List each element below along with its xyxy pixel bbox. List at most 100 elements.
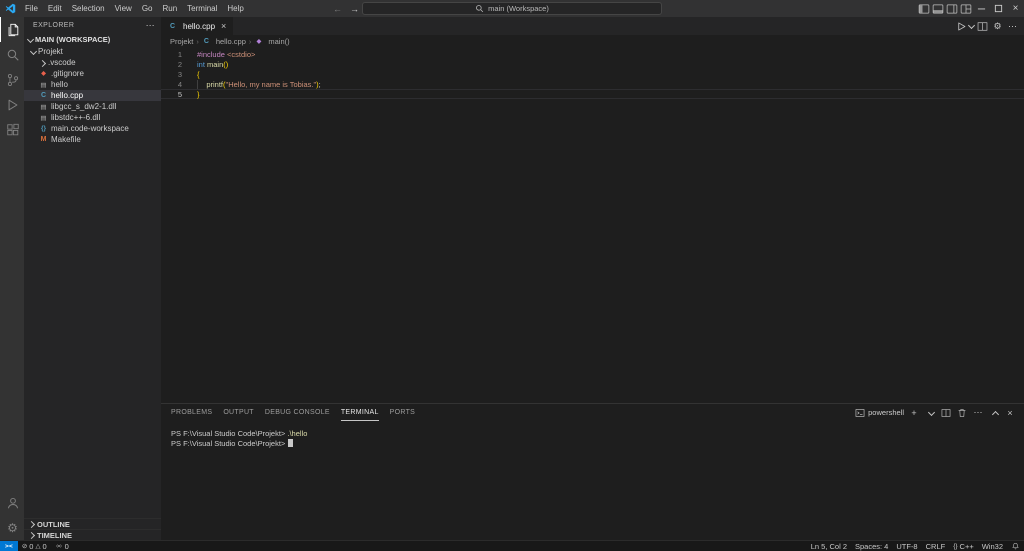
breadcrumb-main[interactable]: ◆ main() <box>254 37 290 46</box>
section-timeline[interactable]: TIMELINE <box>24 529 161 540</box>
platform-toolset[interactable]: Win32 <box>978 541 1007 551</box>
eol-sequence[interactable]: CRLF <box>922 541 950 551</box>
tree-item-makefile[interactable]: M Makefile <box>24 134 161 145</box>
line-number: 2 <box>177 59 182 69</box>
remote-indicator[interactable]: >< <box>0 541 18 551</box>
code-line-4[interactable]: 4 printf("Hello, my name is Tobias."); <box>161 79 1024 89</box>
terminal-profile[interactable]: powershell <box>855 408 904 418</box>
maximize-icon[interactable] <box>990 0 1007 17</box>
split-terminal-icon[interactable] <box>940 406 952 420</box>
breadcrumb-label: Projekt <box>170 37 194 46</box>
menu-file[interactable]: File <box>20 0 43 17</box>
tree-item-libgcc-s-dw2-1-dll[interactable]: ▤ libgcc_s_dw2-1.dll <box>24 101 161 112</box>
menu-go[interactable]: Go <box>137 0 158 17</box>
problems-indicator[interactable]: ⊘ 0 △ 0 <box>18 541 51 551</box>
tree-item-label: hello <box>51 80 68 89</box>
activitybar-item-source-control[interactable] <box>0 67 24 92</box>
terminal-icon <box>855 408 865 417</box>
tree-item-gitignore[interactable]: ◆ .gitignore <box>24 68 161 79</box>
forward-icon[interactable]: → <box>350 4 359 14</box>
menu-view[interactable]: View <box>110 0 137 17</box>
minimize-icon[interactable] <box>973 0 990 17</box>
toggle-sidebar-icon[interactable] <box>917 0 931 17</box>
new-terminal-icon[interactable]: + <box>908 406 920 420</box>
back-icon[interactable]: ← <box>333 4 342 14</box>
code-editor[interactable]: 1 #include <cstdio> 2 int main() 3{4 printf(… <box>161 48 1024 403</box>
terminal-line: PS F:\Visual Studio Code\Projekt> <box>171 438 1024 449</box>
notifications-bell[interactable] <box>1007 541 1024 551</box>
panel-tab-ports[interactable]: PORTS <box>390 404 416 421</box>
terminal[interactable]: PS F:\Visual Studio Code\Projekt> .\hell… <box>161 421 1024 540</box>
section-outline[interactable]: OUTLINE <box>24 518 161 529</box>
breadcrumb-separator: › <box>248 37 252 46</box>
menu-terminal[interactable]: Terminal <box>182 0 222 17</box>
menu-help[interactable]: Help <box>222 0 248 17</box>
breadcrumb-projekt[interactable]: Projekt <box>170 37 193 46</box>
close-panel-icon[interactable]: × <box>1004 406 1016 420</box>
vscode-window: File Edit Selection View Go Run Terminal Help ←… <box>0 0 1024 551</box>
split-editor-icon[interactable] <box>976 19 989 33</box>
activity-bar-top <box>0 17 24 142</box>
kill-terminal-icon[interactable] <box>956 406 968 420</box>
panel-tab-output[interactable]: OUTPUT <box>223 404 254 421</box>
run-debug-icon <box>8 99 17 110</box>
breadcrumb-label: hello.cpp <box>215 37 246 46</box>
breadcrumb-hello-cpp[interactable]: Chello.cpp <box>202 37 246 46</box>
panel-header: PROBLEMS OUTPUT DEBUG CONSOLE TERMINAL PORTS… <box>161 404 1024 421</box>
activitybar-item-search[interactable] <box>0 42 24 67</box>
customize-layout-icon[interactable] <box>959 0 973 17</box>
tree-item-libstdc-6-dll[interactable]: ▤ libstdc++-6.dll <box>24 112 161 123</box>
language-mode[interactable]: {} C++ <box>949 541 978 551</box>
menu-run[interactable]: Run <box>157 0 182 17</box>
tree-item-main-code-workspace[interactable]: {} main.code-workspace <box>24 123 161 134</box>
launch-profile-chevron-icon[interactable] <box>924 406 936 420</box>
close-tab-icon[interactable]: × <box>221 21 226 31</box>
broadcast-icon <box>56 544 62 548</box>
encoding[interactable]: UTF-8 <box>892 541 921 551</box>
history-nav: ← → <box>333 0 359 17</box>
sidebar-empty-space <box>24 145 161 518</box>
activitybar-item-account[interactable] <box>0 490 24 515</box>
code-line-1[interactable]: 1 #include <cstdio> <box>161 49 1024 59</box>
gear-icon[interactable]: ⚙ <box>991 19 1004 33</box>
section-label: TIMELINE <box>37 530 72 540</box>
maximize-panel-icon[interactable] <box>988 406 1000 420</box>
activitybar-item-extensions[interactable] <box>0 117 24 142</box>
error-count: 0 <box>29 541 34 551</box>
code-line-3[interactable]: 3{ <box>161 69 1024 79</box>
cpp-file-icon: C <box>169 22 176 30</box>
activitybar-item-settings[interactable]: ⚙ <box>0 515 24 540</box>
close-window-icon[interactable]: × <box>1007 0 1024 17</box>
menu-edit[interactable]: Edit <box>43 0 67 17</box>
run-button[interactable] <box>956 21 974 32</box>
toggle-secondary-sidebar-icon[interactable] <box>945 0 959 17</box>
line-number: 5 <box>177 89 182 99</box>
activitybar-item-explorer[interactable] <box>0 17 24 42</box>
tab-hello-cpp[interactable]: C hello.cpp × <box>161 17 234 35</box>
tree-item-vscode[interactable]: .vscode <box>24 57 161 68</box>
panel-tab-problems[interactable]: PROBLEMS <box>171 404 212 421</box>
more-actions-icon[interactable]: ⋯ <box>972 406 984 420</box>
tree-item-label: libstdc++-6.dll <box>51 113 101 122</box>
play-icon <box>958 22 966 30</box>
ports-indicator[interactable]: 0 <box>51 541 73 551</box>
tree-item-label: .vscode <box>48 58 76 67</box>
cursor-position[interactable]: Ln 5, Col 2 <box>807 541 851 551</box>
source-control-icon <box>7 73 18 86</box>
indentation[interactable]: Spaces: 4 <box>851 541 892 551</box>
activitybar-item-run-debug[interactable] <box>0 92 24 117</box>
command-center-search[interactable]: main (Workspace) <box>362 2 662 15</box>
tree-item-label: .gitignore <box>51 69 84 78</box>
more-actions-icon[interactable]: ⋯ <box>146 20 155 31</box>
toggle-panel-icon[interactable] <box>931 0 945 17</box>
code-line-5[interactable]: 5} <box>161 89 1024 99</box>
menu-selection[interactable]: Selection <box>67 0 110 17</box>
code-line-2[interactable]: 2 int main() <box>161 59 1024 69</box>
panel-tab-debug-console[interactable]: DEBUG CONSOLE <box>265 404 330 421</box>
panel-tab-terminal[interactable]: TERMINAL <box>341 404 379 421</box>
more-actions-icon[interactable]: ⋯ <box>1006 19 1019 33</box>
tree-item-projekt[interactable]: Projekt <box>24 46 161 57</box>
tree-item-hello-cpp[interactable]: Chello.cpp <box>24 90 161 101</box>
section-main-workspace[interactable]: MAIN (WORKSPACE) <box>24 33 161 46</box>
tree-item-hello[interactable]: ▤ hello <box>24 79 161 90</box>
